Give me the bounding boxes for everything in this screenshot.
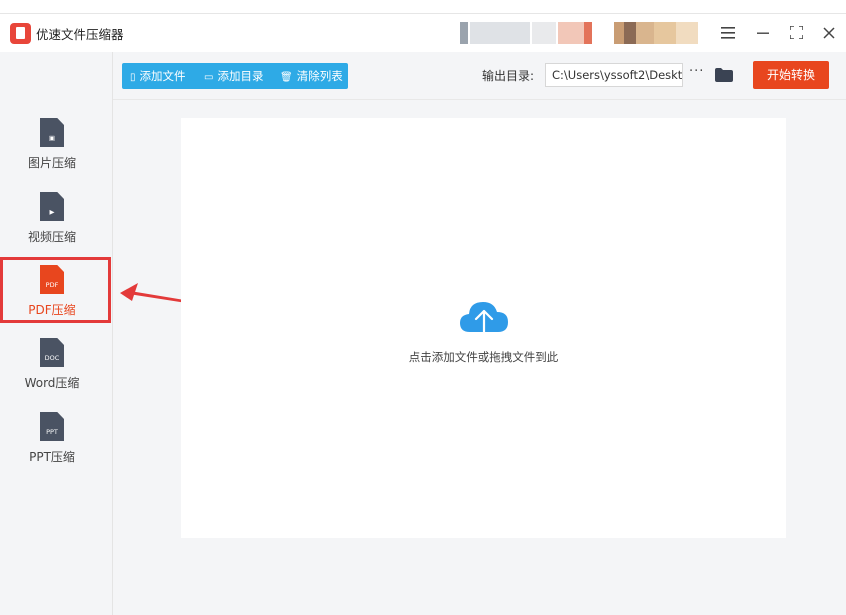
sidebar-item-word[interactable]: DOC Word压缩: [0, 330, 110, 400]
open-folder-icon[interactable]: [715, 67, 733, 82]
sidebar: ▣ 图片压缩 ▶ 视频压缩 PDF PDF压缩 DOC Word压缩 PPT P…: [0, 52, 113, 615]
sidebar-item-label: 视频压缩: [27, 230, 76, 244]
drop-hint: 点击添加文件或拖拽文件到此: [408, 350, 559, 364]
trash-icon: 🗑: [280, 72, 293, 83]
sidebar-item-label: Word压缩: [24, 376, 80, 390]
upload-cloud-icon: [460, 302, 508, 340]
file-icon: ▯: [130, 72, 136, 83]
video-file-icon: ▶: [40, 192, 64, 221]
menu-icon[interactable]: [717, 22, 739, 44]
sidebar-item-label: 图片压缩: [27, 156, 76, 170]
more-options-button[interactable]: ···: [689, 64, 704, 79]
output-dir-field[interactable]: C:\Users\yssoft2\Deskto: [545, 63, 683, 87]
sidebar-item-ppt[interactable]: PPT PPT压缩: [0, 404, 110, 474]
blurred-avatar: [614, 22, 698, 44]
minimize-icon[interactable]: [752, 22, 774, 44]
title-bar: 优速文件压缩器: [0, 14, 846, 52]
add-folder-label: 添加目录: [217, 69, 264, 83]
image-file-icon: ▣: [40, 118, 64, 147]
file-actions: ▯ 添加文件 ▭ 添加目录 🗑 清除列表: [122, 63, 348, 89]
app-logo-icon: [10, 23, 31, 44]
doc-file-icon: DOC: [40, 338, 64, 367]
add-folder-button[interactable]: ▭ 添加目录: [204, 63, 263, 89]
sidebar-item-image[interactable]: ▣ 图片压缩: [0, 110, 110, 180]
clear-list-label: 清除列表: [296, 69, 343, 83]
annotation-highlight-box: [0, 257, 111, 323]
top-edge: [0, 0, 846, 14]
drop-zone[interactable]: 点击添加文件或拖拽文件到此: [181, 118, 786, 538]
folder-outline-icon: ▭: [204, 72, 214, 83]
ppt-file-icon: PPT: [40, 412, 64, 441]
clear-list-button[interactable]: 🗑 清除列表: [280, 63, 343, 89]
sidebar-item-label: PPT压缩: [29, 450, 75, 464]
maximize-icon[interactable]: [785, 22, 807, 44]
app-title: 优速文件压缩器: [36, 27, 124, 42]
add-file-label: 添加文件: [139, 69, 186, 83]
blurred-info: [460, 22, 592, 44]
start-convert-button[interactable]: 开始转换: [753, 61, 829, 89]
close-icon[interactable]: [818, 22, 840, 44]
toolbar: ▯ 添加文件 ▭ 添加目录 🗑 清除列表 输出目录: C:\Users\yssoft2…: [113, 52, 846, 100]
sidebar-item-video[interactable]: ▶ 视频压缩: [0, 184, 110, 254]
add-file-button[interactable]: ▯ 添加文件: [130, 63, 186, 89]
output-dir-label: 输出目录:: [482, 69, 535, 83]
